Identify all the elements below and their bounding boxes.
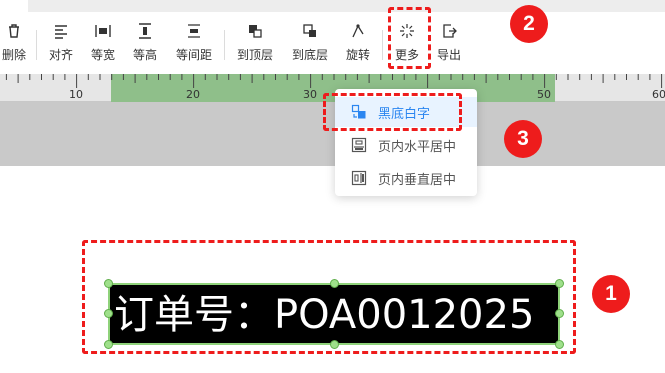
- delete-label: 删除: [1, 48, 26, 62]
- toolbar-divider: [224, 30, 225, 60]
- callout-box-more-button: [388, 7, 431, 69]
- step-badge-2: 2: [510, 5, 548, 43]
- toolbar: 删除 对齐 等宽 等高 等间距 到顶层 到底层 旋转 更多 导出: [0, 12, 665, 74]
- equal-height-button[interactable]: 等高: [130, 22, 160, 68]
- trash-icon: [9, 24, 19, 38]
- ruler-label-10: 10: [69, 88, 83, 101]
- delete-button[interactable]: 删除: [0, 22, 28, 68]
- menu-item-label: 页内垂直居中: [378, 173, 457, 188]
- bring-to-front-button[interactable]: 到顶层: [233, 22, 277, 68]
- send-to-back-label: 到底层: [291, 48, 328, 62]
- ruler-label-60: 60: [652, 88, 665, 101]
- send-to-back-button[interactable]: 到底层: [288, 22, 332, 68]
- equal-spacing-icon: [188, 24, 200, 38]
- center-horizontal-icon: [351, 137, 367, 153]
- rotate-label: 旋转: [345, 48, 370, 62]
- center-vertical-icon: [351, 170, 367, 186]
- align-label: 对齐: [48, 48, 73, 62]
- menu-item-label: 页内水平居中: [378, 140, 457, 155]
- step-badge-3: 3: [504, 120, 542, 158]
- equal-width-label: 等宽: [90, 48, 115, 62]
- ruler-label-50: 50: [537, 88, 551, 101]
- align-left-icon: [55, 25, 67, 39]
- equal-height-label: 等高: [132, 48, 157, 62]
- step-badge-1: 1: [592, 275, 630, 313]
- export-icon: [443, 24, 457, 38]
- callout-box-invert-item: [323, 93, 462, 131]
- send-to-back-icon: [303, 24, 316, 37]
- toolbar-divider: [36, 30, 37, 60]
- export-label: 导出: [436, 48, 461, 62]
- callout-box-text-element: [82, 240, 576, 354]
- equal-width-icon: [95, 25, 111, 37]
- menu-item-center-horizontal[interactable]: 页内水平居中: [335, 130, 477, 160]
- rotate-button[interactable]: 旋转: [343, 22, 373, 68]
- top-strip-grey: [28, 0, 665, 12]
- equal-width-button[interactable]: 等宽: [88, 22, 118, 68]
- bring-to-front-label: 到顶层: [236, 48, 273, 62]
- top-strip: [0, 0, 665, 12]
- align-button[interactable]: 对齐: [46, 22, 76, 68]
- export-button[interactable]: 导出: [434, 22, 464, 68]
- menu-item-center-vertical[interactable]: 页内垂直居中: [335, 163, 477, 193]
- bring-to-front-icon: [249, 25, 262, 38]
- rotate-icon: [352, 24, 364, 38]
- ruler-label-30: 30: [303, 88, 317, 101]
- equal-height-icon: [139, 23, 151, 39]
- toolbar-divider: [382, 30, 383, 60]
- equal-spacing-label: 等间距: [175, 48, 212, 62]
- ruler-label-20: 20: [186, 88, 200, 101]
- equal-spacing-button[interactable]: 等间距: [172, 22, 216, 68]
